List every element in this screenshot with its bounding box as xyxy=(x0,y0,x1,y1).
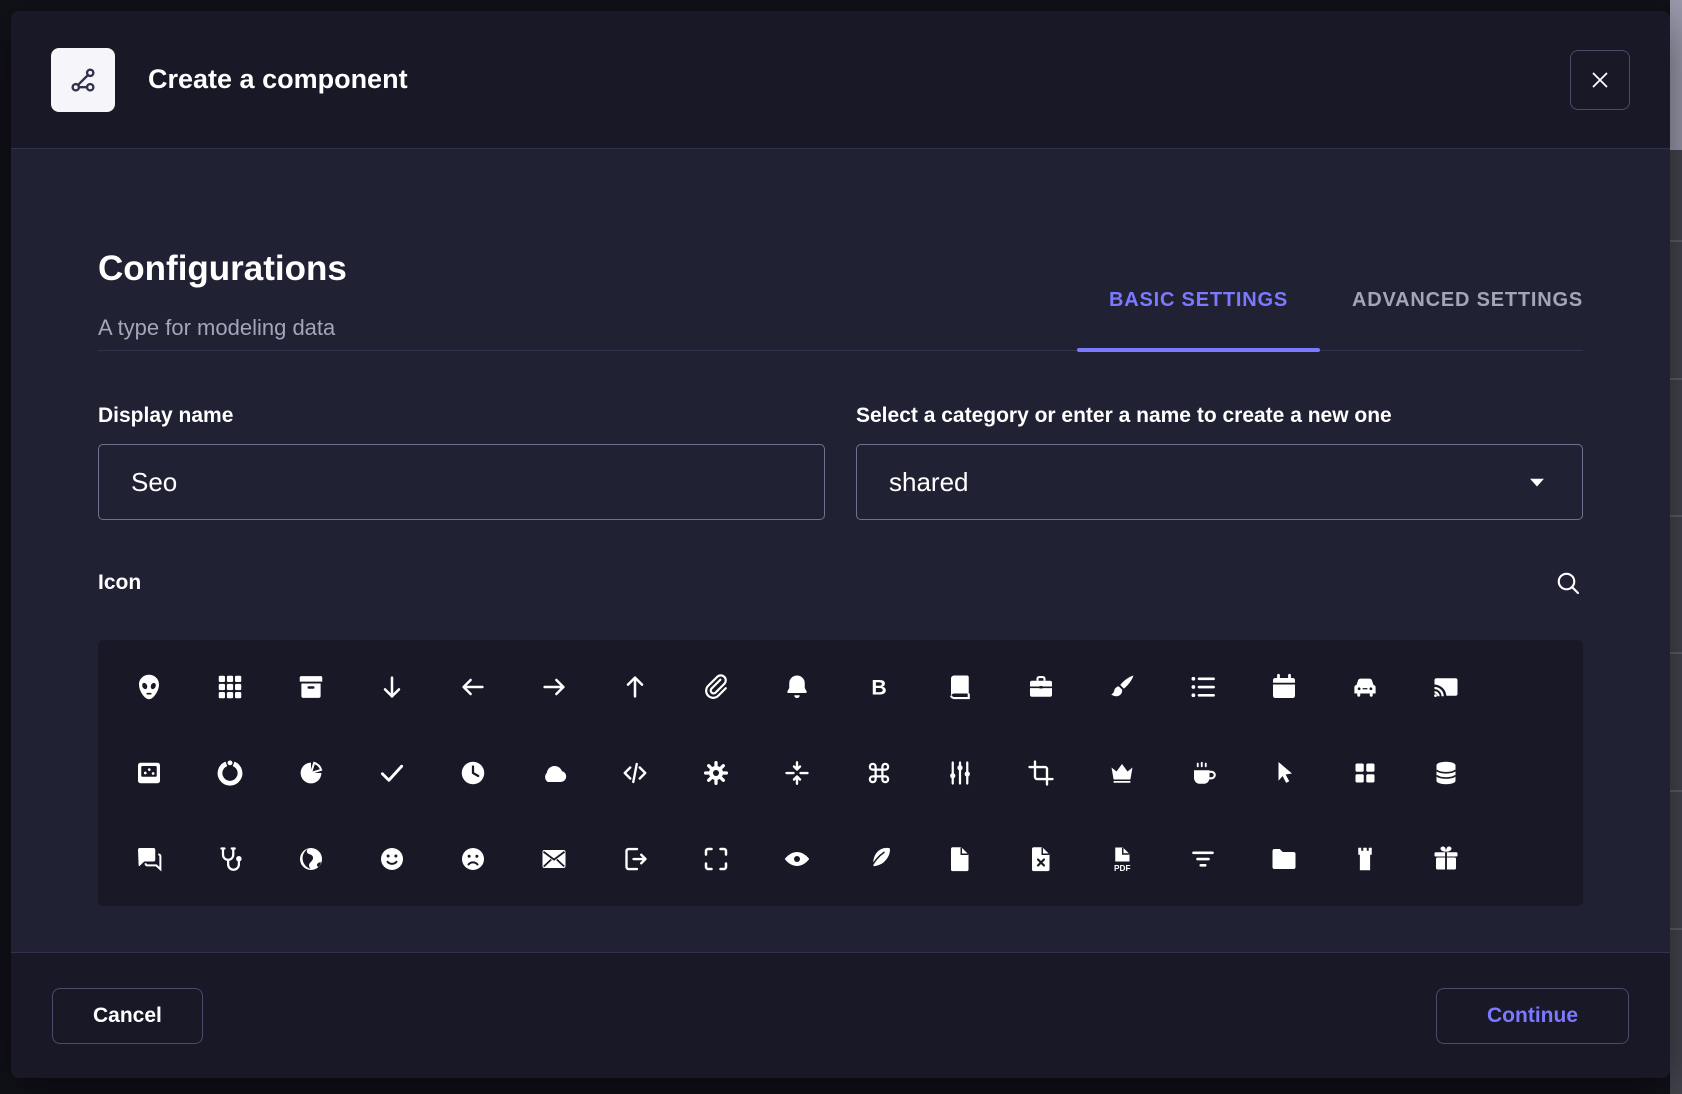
icon-emotion-happy[interactable] xyxy=(351,816,432,902)
icon-cloud[interactable] xyxy=(514,730,595,816)
icon-arrow-right[interactable] xyxy=(514,644,595,730)
icon-crop[interactable] xyxy=(1000,730,1081,816)
section-subheading: A type for modeling data xyxy=(98,314,347,341)
background-row-divider xyxy=(1670,378,1682,380)
icon-crown[interactable] xyxy=(1081,730,1162,816)
search-icon[interactable] xyxy=(1553,568,1583,598)
icon-arrow-left[interactable] xyxy=(432,644,513,730)
icon-gate[interactable] xyxy=(1325,816,1406,902)
icon-picker-label: Icon xyxy=(98,570,141,596)
background-row-divider xyxy=(1670,652,1682,654)
cancel-button[interactable]: Cancel xyxy=(52,988,203,1044)
icon-bold[interactable]: B xyxy=(838,644,919,730)
icon-book[interactable] xyxy=(919,644,1000,730)
icon-briefcase[interactable] xyxy=(1000,644,1081,730)
icon-file[interactable] xyxy=(919,816,1000,902)
display-name-input[interactable] xyxy=(98,444,825,520)
icon-eye[interactable] xyxy=(757,816,838,902)
close-button[interactable] xyxy=(1570,50,1630,110)
icon-file-pdf[interactable]: PDF xyxy=(1081,816,1162,902)
icon-picker-header: Icon xyxy=(98,568,1583,598)
display-name-label: Display name xyxy=(98,403,825,429)
icon-folder[interactable] xyxy=(1244,816,1325,902)
icon-connector[interactable] xyxy=(919,730,1000,816)
icon-cursor[interactable] xyxy=(1244,730,1325,816)
icon-clock[interactable] xyxy=(432,730,513,816)
form-row: Display name Select a category or enter … xyxy=(98,403,1583,520)
close-icon xyxy=(1588,68,1612,92)
icon-earth[interactable] xyxy=(270,816,351,902)
component-icon xyxy=(51,48,115,112)
icon-chart-bubble[interactable] xyxy=(108,730,189,816)
section-heading: Configurations xyxy=(98,248,347,290)
icon-code[interactable] xyxy=(595,730,676,816)
background-row-divider xyxy=(1670,515,1682,517)
icon-expand[interactable] xyxy=(676,816,757,902)
modal-footer: Cancel Continue xyxy=(11,952,1670,1078)
icon-command[interactable] xyxy=(838,730,919,816)
icon-chart-circle[interactable] xyxy=(189,730,270,816)
icon-grid: B PDF xyxy=(98,640,1583,906)
icon-car[interactable] xyxy=(1325,644,1406,730)
icon-check[interactable] xyxy=(351,730,432,816)
tab-basic-settings[interactable]: BASIC SETTINGS xyxy=(1077,289,1320,350)
background-row-divider xyxy=(1670,928,1682,930)
icon-discuss[interactable] xyxy=(108,816,189,902)
icon-arrow-down[interactable] xyxy=(351,644,432,730)
page-scrollbar[interactable] xyxy=(1670,0,1682,1094)
settings-tabs: BASIC SETTINGS ADVANCED SETTINGS xyxy=(1077,289,1583,350)
background-row-divider xyxy=(1670,240,1682,242)
tab-advanced-settings[interactable]: ADVANCED SETTINGS xyxy=(1320,289,1583,350)
configurations-header: Configurations A type for modeling data … xyxy=(98,248,1583,351)
modal-body: Configurations A type for modeling data … xyxy=(11,150,1670,952)
icon-bullet-list[interactable] xyxy=(1163,644,1244,730)
icon-cog[interactable] xyxy=(676,730,757,816)
icon-cast[interactable] xyxy=(1406,644,1487,730)
display-name-field: Display name xyxy=(98,403,825,520)
category-select[interactable]: shared xyxy=(856,444,1583,520)
icon-alien[interactable] xyxy=(108,644,189,730)
icon-filter[interactable] xyxy=(1163,816,1244,902)
modal-header: Create a component xyxy=(11,11,1670,149)
icon-collapse[interactable] xyxy=(757,730,838,816)
configurations-text: Configurations A type for modeling data xyxy=(98,248,347,350)
icon-calendar[interactable] xyxy=(1244,644,1325,730)
svg-text:PDF: PDF xyxy=(1114,864,1131,873)
icon-chart-pie[interactable] xyxy=(270,730,351,816)
continue-button[interactable]: Continue xyxy=(1436,988,1629,1044)
category-field: Select a category or enter a name to cre… xyxy=(856,403,1583,520)
icon-cup[interactable] xyxy=(1163,730,1244,816)
icon-apps[interactable] xyxy=(189,644,270,730)
icon-envelop[interactable] xyxy=(514,816,595,902)
icon-arrow-up[interactable] xyxy=(595,644,676,730)
icon-feather[interactable] xyxy=(838,816,919,902)
icon-file-error[interactable] xyxy=(1000,816,1081,902)
icon-attachment[interactable] xyxy=(676,644,757,730)
category-select-value: shared xyxy=(889,467,969,498)
background-row-divider xyxy=(1670,790,1682,792)
icon-emotion-unhappy[interactable] xyxy=(432,816,513,902)
icon-exit[interactable] xyxy=(595,816,676,902)
category-label: Select a category or enter a name to cre… xyxy=(856,403,1583,429)
create-component-modal: Create a component Configurations A type… xyxy=(11,11,1670,1078)
chevron-down-icon xyxy=(1524,469,1550,495)
icon-database[interactable] xyxy=(1406,730,1487,816)
icon-doctor[interactable] xyxy=(189,816,270,902)
icon-bell[interactable] xyxy=(757,644,838,730)
icon-brush[interactable] xyxy=(1081,644,1162,730)
icon-archive[interactable] xyxy=(270,644,351,730)
icon-dashboard[interactable] xyxy=(1325,730,1406,816)
page-scrollbar-thumb[interactable] xyxy=(1670,0,1682,150)
svg-text:B: B xyxy=(871,676,886,700)
icon-gift[interactable] xyxy=(1406,816,1487,902)
modal-title: Create a component xyxy=(148,64,408,95)
